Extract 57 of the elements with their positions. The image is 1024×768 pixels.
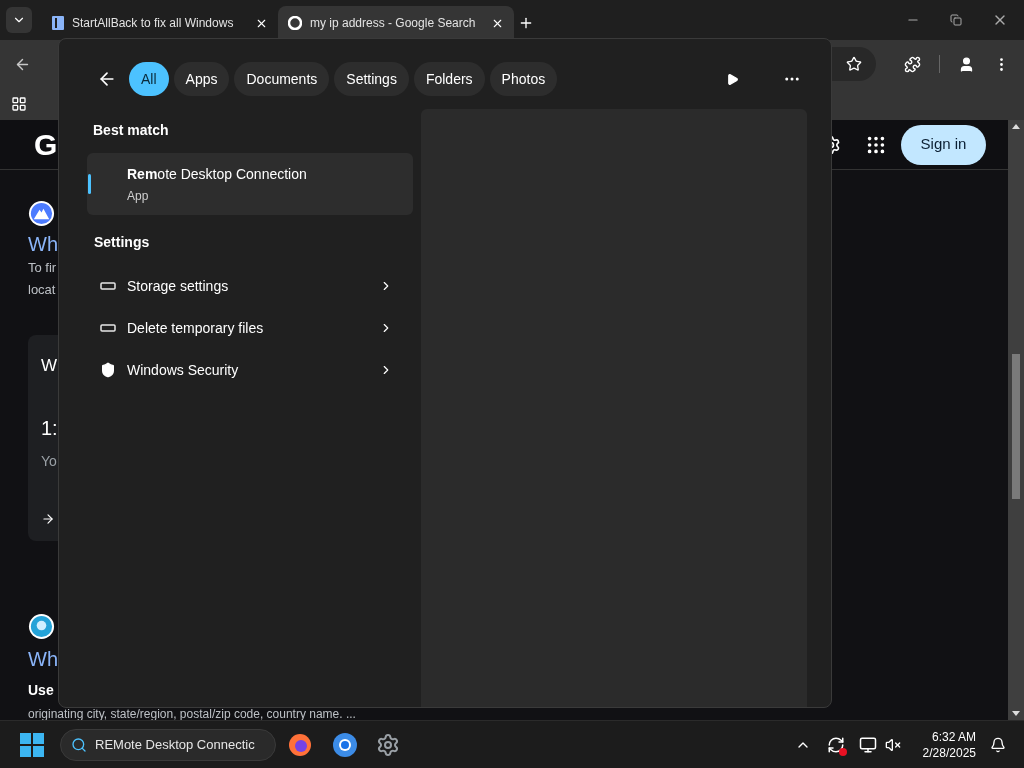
extensions-icon[interactable] xyxy=(904,55,921,73)
clock-time[interactable]: 6:32 AM xyxy=(931,728,976,745)
filter-chip[interactable]: Documents xyxy=(234,62,330,96)
result-link[interactable]: Wh xyxy=(28,646,58,672)
result-subtitle: App xyxy=(127,187,150,205)
result-snippet: locat xyxy=(28,281,56,299)
page-icon xyxy=(52,16,64,30)
apps-icon[interactable] xyxy=(11,96,27,112)
clock-date[interactable]: 2/28/2025 xyxy=(922,744,976,761)
settings-result[interactable]: Windows Security xyxy=(87,349,413,391)
bookmark-star-icon[interactable] xyxy=(846,56,862,72)
browser-tab[interactable]: StartAllBack to fix all Windows xyxy=(42,6,278,40)
play-icon[interactable] xyxy=(726,72,739,86)
filter-chip[interactable]: Folders xyxy=(413,62,485,96)
filter-chip[interactable]: Photos xyxy=(489,62,558,96)
result-snippet: originating city, state/region, postal/zip code, country name. ... xyxy=(28,708,356,720)
muted-speaker-icon[interactable] xyxy=(884,736,901,753)
result-title: Remote Desktop Connection xyxy=(127,164,308,184)
settings-result[interactable]: Delete temporary files xyxy=(87,307,413,349)
sync-icon[interactable] xyxy=(826,735,845,754)
tab-list-button[interactable] xyxy=(6,7,32,33)
settings-icon[interactable] xyxy=(376,732,400,757)
best-match-item[interactable]: Remote Desktop Connection App xyxy=(87,153,413,215)
result-snippet-bold: Use xyxy=(28,681,54,700)
site-logo-icon xyxy=(28,200,55,227)
logo-letter: G xyxy=(34,127,58,163)
scroll-up-icon[interactable] xyxy=(1012,124,1020,129)
shield-icon xyxy=(100,362,116,378)
section-heading: Best match xyxy=(93,121,170,140)
search-field[interactable]: REMote Desktop Connectic xyxy=(60,728,276,761)
profile-icon[interactable] xyxy=(958,55,975,73)
new-tab-icon[interactable] xyxy=(518,15,534,31)
start-icon[interactable] xyxy=(20,732,44,757)
filter-chip[interactable]: All xyxy=(129,62,169,96)
scroll-down-icon[interactable] xyxy=(1012,711,1020,716)
drive-icon xyxy=(100,324,116,332)
result-snippet: To fir xyxy=(28,259,57,277)
scrollbar-thumb[interactable] xyxy=(1012,354,1020,499)
browser-icon[interactable] xyxy=(332,731,358,758)
filter-chip[interactable]: Apps xyxy=(173,62,230,96)
restore-icon[interactable] xyxy=(950,14,962,26)
sign-in-button[interactable]: Sign in xyxy=(901,124,986,165)
card-caption: Yo xyxy=(41,451,57,471)
filter-chip[interactable]: Settings xyxy=(334,62,409,96)
card-value: 1: xyxy=(41,415,58,441)
tab-title: my ip address - Google Search xyxy=(310,15,477,32)
drive-icon xyxy=(100,282,116,290)
result-link[interactable]: Wh xyxy=(28,231,58,257)
browser-tab[interactable]: my ip address - Google Search xyxy=(278,6,514,40)
network-icon[interactable] xyxy=(858,735,877,754)
section-heading: Settings xyxy=(94,233,151,252)
search-icon xyxy=(71,736,87,753)
site-logo-icon xyxy=(28,613,55,640)
tab-title: StartAllBack to fix all Windows xyxy=(72,15,235,32)
notification-icon[interactable] xyxy=(990,736,1006,753)
card-title: W xyxy=(41,355,58,377)
settings-result[interactable]: Storage settings xyxy=(87,265,413,307)
